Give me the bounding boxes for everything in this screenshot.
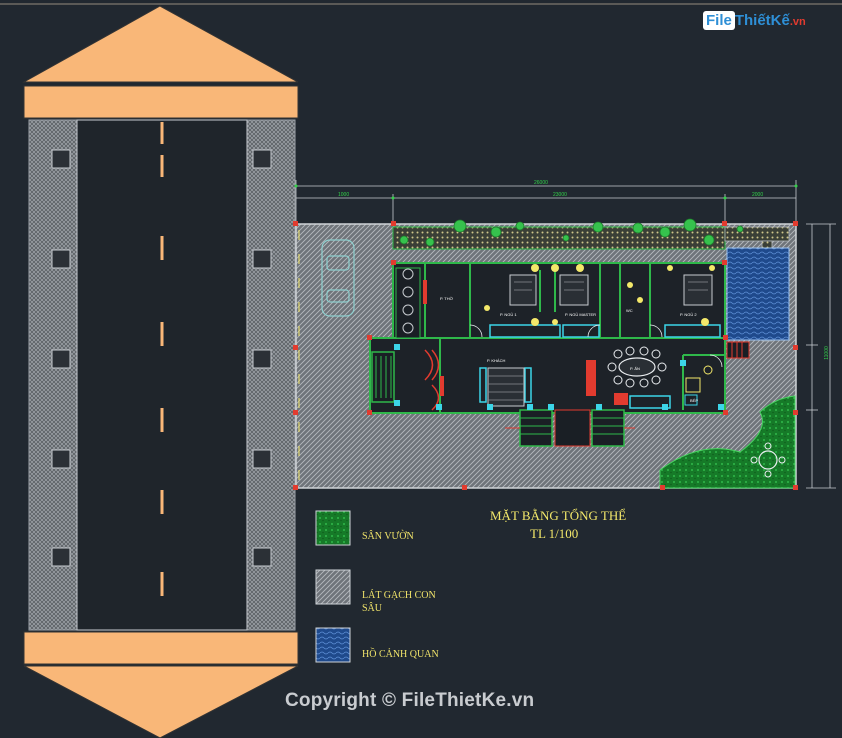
dimension-overall-label: 26000 [534, 180, 548, 186]
site-plan-drawing [0, 3, 842, 738]
dimension-right-label: 2000 [752, 192, 764, 198]
room-label-wc: WC [626, 308, 633, 313]
plan-scale: TL 1/100 [530, 526, 579, 541]
dimension-left-label: 1000 [338, 192, 350, 198]
legend-label-paving: LÁT GẠCH CON SÂU [362, 590, 436, 614]
road-strip [22, 5, 299, 738]
logo-rest-text: ThiếtKế [734, 12, 790, 29]
room-label-living: P. KHÁCH [487, 358, 506, 363]
legend-swatch-water [316, 628, 350, 662]
copyright-watermark: Copyright © FileThietKe.vn [285, 690, 535, 711]
room-label-kitchen: BẾP [690, 398, 699, 403]
legend-label-water: HỒ CẢNH QUAN [362, 649, 439, 660]
dimension-mid-label: 23000 [553, 192, 567, 198]
dimension-side-label: 11000 [823, 346, 830, 360]
legend-label-garden: SÂN VƯỜN [362, 531, 414, 542]
room-label-bed1: P. NGỦ 1 [500, 312, 517, 317]
room-label-worship: P. THỜ [440, 296, 454, 301]
plan-title: MẶT BẰNG TỔNG THỂ [490, 508, 627, 523]
room-label-master: P. NGỦ MASTER [565, 312, 597, 317]
logo-file-text: File [703, 11, 735, 30]
legend-swatch-garden [316, 511, 350, 545]
legend-swatch-paving [316, 570, 350, 604]
room-label-dining: P. ĂN [630, 366, 640, 371]
filethietke-logo[interactable]: File ThiếtKế.vn [703, 11, 815, 42]
logo-tld-text: .vn [789, 16, 806, 28]
front-steps [505, 409, 635, 447]
room-label-bed2: P. NGỦ 2 [680, 312, 697, 317]
